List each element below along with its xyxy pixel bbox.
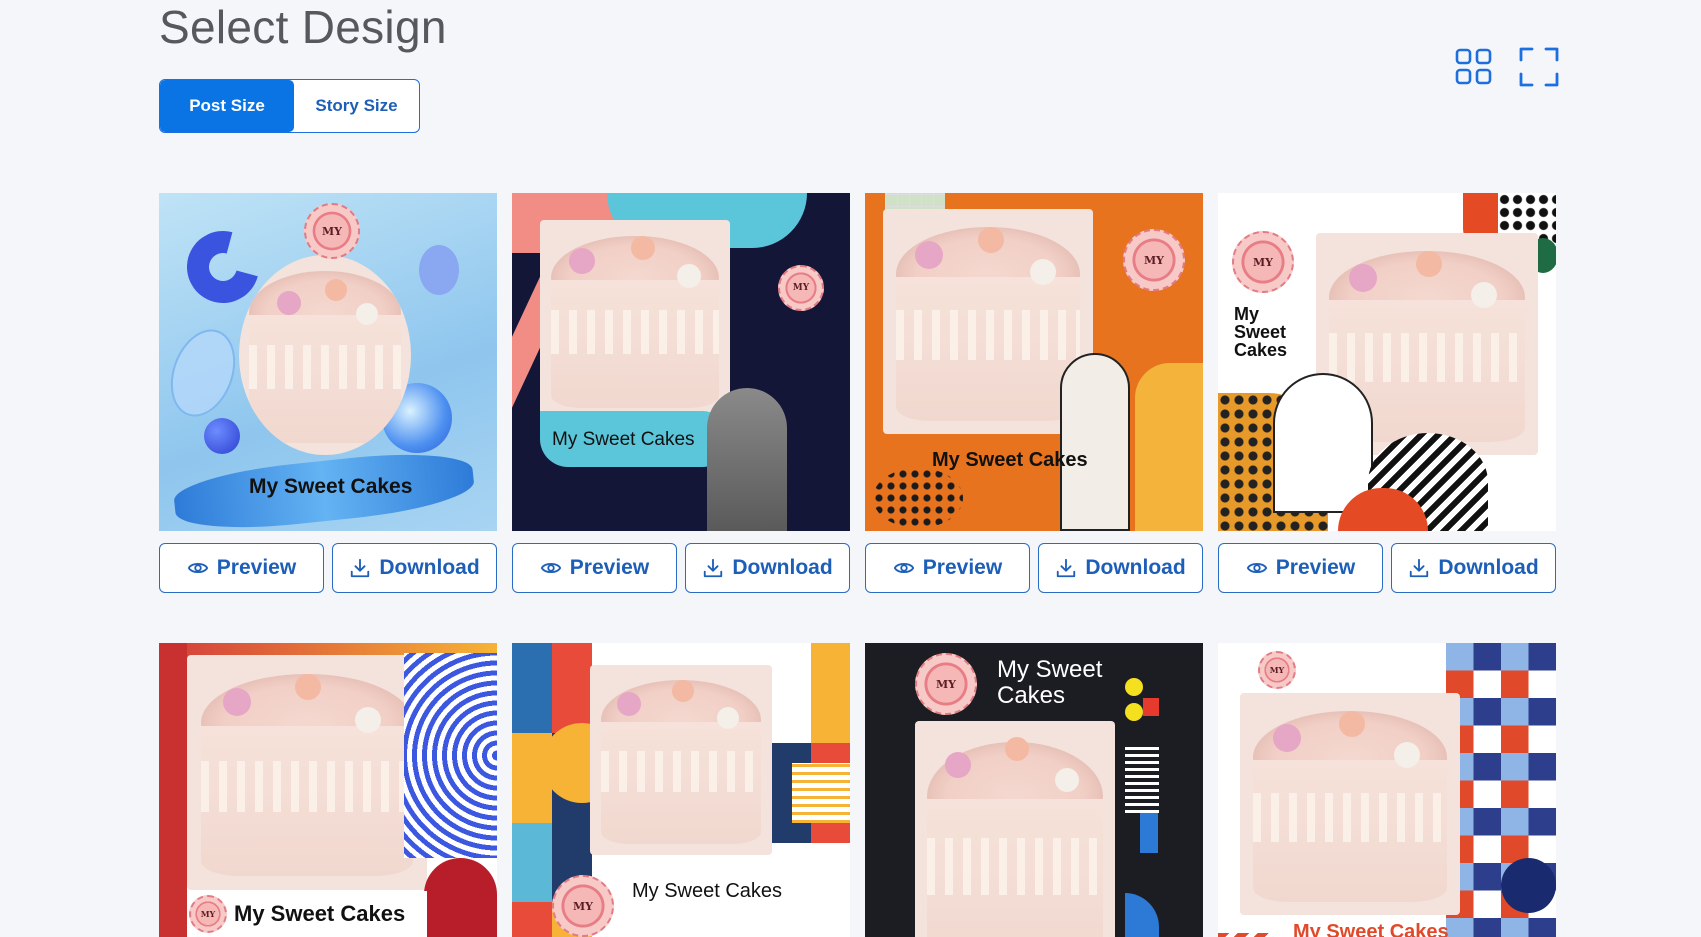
download-button[interactable]: Download <box>332 543 497 593</box>
design-thumbnail[interactable]: MY My Sweet Cakes <box>512 193 850 531</box>
design-card: MY My Sweet Cakes Preview Download <box>865 193 1203 593</box>
design-caption: My Sweet Cakes <box>997 656 1103 709</box>
post-size-tab[interactable]: Post Size <box>160 80 294 132</box>
design-row-1: MY My Sweet Cakes Preview Download MY My… <box>159 193 1556 593</box>
preview-label: Preview <box>1275 556 1356 579</box>
design-caption: My Sweet Cakes <box>234 901 406 926</box>
design-caption: My Sweet Cakes <box>1234 304 1288 360</box>
design-caption: My Sweet Cakes <box>632 880 783 902</box>
design-caption: My Sweet Cakes <box>552 429 695 450</box>
preview-label: Preview <box>569 556 650 579</box>
brand-logo: MY <box>778 265 824 311</box>
design-caption: My Sweet Cakes <box>1293 921 1449 937</box>
design-thumbnail[interactable]: MY My Sweet Cakes <box>1218 643 1556 937</box>
design-caption: My Sweet Cakes <box>932 449 1088 471</box>
brand-logo: MY <box>189 895 227 933</box>
download-label: Download <box>1085 556 1186 579</box>
download-button[interactable]: Download <box>1038 543 1203 593</box>
brand-logo: MY <box>1232 231 1294 293</box>
preview-button[interactable]: Preview <box>512 543 677 593</box>
design-thumbnail[interactable]: MY My Sweet Cakes <box>159 193 497 531</box>
view-toggle <box>1455 47 1559 87</box>
download-label: Download <box>1438 556 1539 579</box>
preview-label: Preview <box>922 556 1003 579</box>
preview-button[interactable]: Preview <box>865 543 1030 593</box>
download-icon <box>704 558 723 578</box>
design-thumbnail[interactable]: MY My Sweet Cakes <box>159 643 497 937</box>
download-button[interactable]: Download <box>685 543 850 593</box>
design-actions: Preview Download <box>159 543 497 593</box>
download-icon <box>1410 558 1429 578</box>
download-icon <box>1057 558 1076 578</box>
brand-logo: MY <box>915 653 977 715</box>
preview-label: Preview <box>216 556 297 579</box>
brand-logo: MY <box>552 875 614 937</box>
design-card: MY My Sweet Cakes <box>865 643 1203 937</box>
design-actions: Preview Download <box>1218 543 1556 593</box>
design-actions: Preview Download <box>512 543 850 593</box>
eye-icon <box>893 562 914 574</box>
design-thumbnail[interactable]: MY My Sweet Cakes <box>865 193 1203 531</box>
design-thumbnail[interactable]: MY My Sweet Cakes <box>865 643 1203 937</box>
design-actions: Preview Download <box>865 543 1203 593</box>
eye-icon <box>540 562 561 574</box>
size-toggle: Post Size Story Size <box>159 79 420 133</box>
download-icon <box>351 558 370 578</box>
brand-logo: MY <box>1123 229 1185 291</box>
design-card: MY My Sweet Cakes Preview Download <box>159 193 497 593</box>
preview-button[interactable]: Preview <box>1218 543 1383 593</box>
design-thumbnail[interactable]: MY My Sweet Cakes <box>512 643 850 937</box>
download-label: Download <box>732 556 833 579</box>
design-card: MY My Sweet Cakes <box>512 643 850 937</box>
design-card: MY My Sweet Cakes <box>1218 643 1556 937</box>
design-card: MY My Sweet Cakes Preview Download <box>512 193 850 593</box>
design-thumbnail[interactable]: MY My Sweet Cakes <box>1218 193 1556 531</box>
preview-button[interactable]: Preview <box>159 543 324 593</box>
design-row-2: MY My Sweet Cakes MY My Sweet Cakes MY M… <box>159 643 1556 937</box>
design-card: MY My Sweet Cakes Preview Download <box>1218 193 1556 593</box>
download-label: Download <box>379 556 480 579</box>
fullscreen-icon[interactable] <box>1519 47 1559 87</box>
story-size-tab[interactable]: Story Size <box>294 80 419 132</box>
brand-logo: MY <box>304 203 360 259</box>
design-caption: My Sweet Cakes <box>249 475 413 498</box>
brand-logo: MY <box>1258 651 1296 689</box>
download-button[interactable]: Download <box>1391 543 1556 593</box>
eye-icon <box>187 562 208 574</box>
grid-view-icon[interactable] <box>1455 47 1493 87</box>
page-title: Select Design <box>159 1 447 53</box>
eye-icon <box>1246 562 1267 574</box>
design-card: MY My Sweet Cakes <box>159 643 497 937</box>
